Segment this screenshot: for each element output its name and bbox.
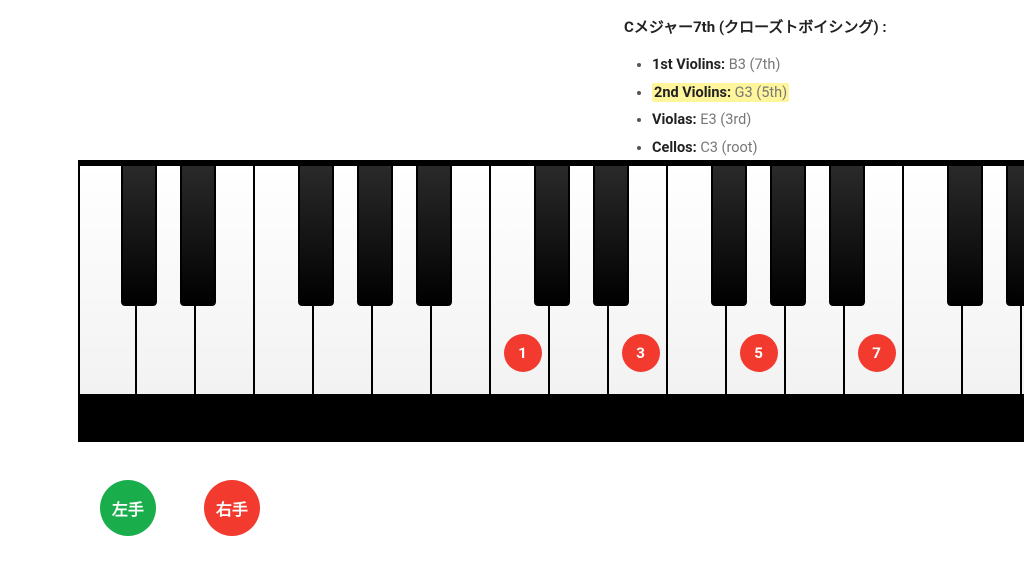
black-key[interactable] (1006, 166, 1024, 306)
keyboard-keys: 1 3 5 7 (78, 166, 1024, 394)
black-key[interactable] (416, 166, 452, 306)
voice-item: 1st Violins: B3 (7th) (652, 51, 964, 79)
hand-legend: 左手 右手 (100, 480, 260, 536)
black-key[interactable] (770, 166, 806, 306)
black-key[interactable] (711, 166, 747, 306)
keyboard-bottom-rail (78, 394, 1024, 442)
right-hand-chip: 右手 (204, 480, 260, 536)
left-hand-chip: 左手 (100, 480, 156, 536)
voice-list: 1st Violins: B3 (7th) 2nd Violins: G3 (5… (624, 51, 964, 161)
chord-title: Cメジャー7th (クローズトボイシング) : (624, 16, 964, 37)
chord-tone-marker: 1 (504, 334, 542, 372)
chord-info-panel: Cメジャー7th (クローズトボイシング) : 1st Violins: B3 … (624, 16, 964, 161)
black-key[interactable] (180, 166, 216, 306)
black-key[interactable] (593, 166, 629, 306)
chord-tone-marker: 7 (858, 334, 896, 372)
black-key[interactable] (534, 166, 570, 306)
black-key[interactable] (121, 166, 157, 306)
black-key[interactable] (829, 166, 865, 306)
black-key[interactable] (298, 166, 334, 306)
piano-keyboard: 1 3 5 7 (78, 160, 1024, 442)
black-key[interactable] (947, 166, 983, 306)
chord-tone-marker: 5 (740, 334, 778, 372)
voice-item: Cellos: C3 (root) (652, 134, 964, 162)
chord-tone-marker: 3 (622, 334, 660, 372)
black-key[interactable] (357, 166, 393, 306)
voice-item-highlighted: 2nd Violins: G3 (5th) (652, 79, 964, 107)
voice-item: Violas: E3 (3rd) (652, 106, 964, 134)
